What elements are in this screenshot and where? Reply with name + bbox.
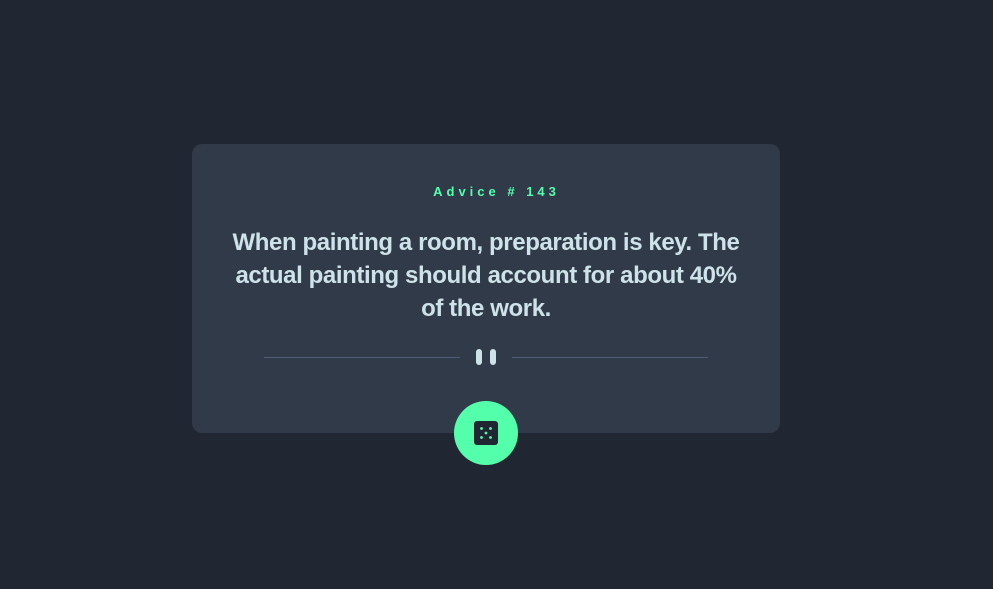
- divider-line-right: [512, 357, 708, 358]
- pattern-divider: [264, 347, 708, 367]
- divider-line-left: [264, 357, 460, 358]
- advice-id-label: Advice # 143: [433, 184, 560, 199]
- page: Advice # 143 When painting a room, prepa…: [0, 0, 993, 589]
- new-advice-button[interactable]: [454, 401, 518, 465]
- dice-icon: [474, 421, 498, 445]
- advice-quote: When painting a room, preparation is key…: [232, 229, 740, 322]
- pause-icon: [476, 349, 496, 365]
